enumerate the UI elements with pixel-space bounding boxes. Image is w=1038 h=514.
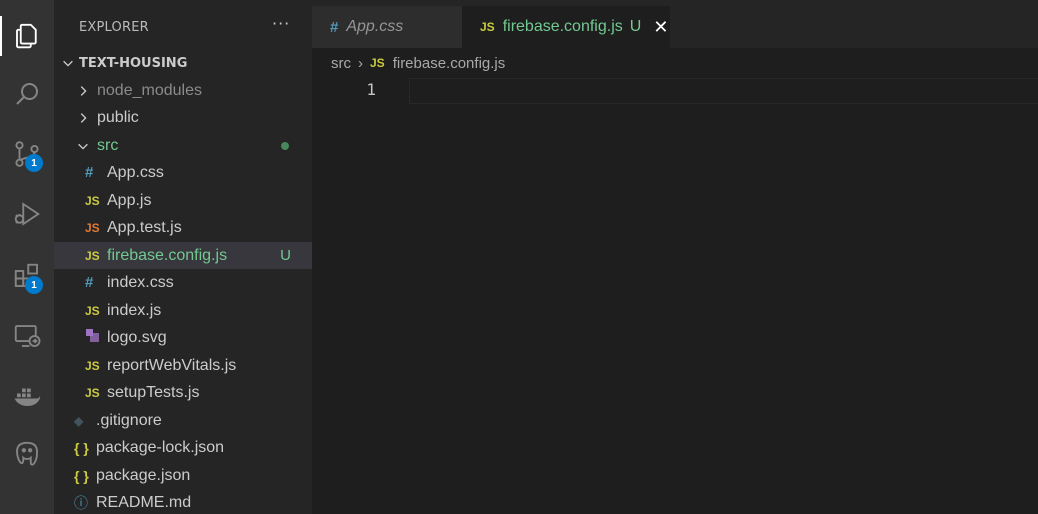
untracked-status-badge: U <box>280 247 291 264</box>
css-file-icon: # <box>85 164 94 181</box>
tree-file-app-css[interactable]: # App.css <box>54 159 312 186</box>
js-test-file-icon: JS <box>85 220 100 235</box>
tree-file-logo-svg[interactable]: logo.svg <box>54 324 312 351</box>
tree-file-package-json[interactable]: { } package.json <box>54 462 312 489</box>
activity-bar: 1 1 <box>0 0 54 514</box>
explorer-button[interactable] <box>0 12 54 60</box>
chevron-down-icon <box>78 143 88 150</box>
run-debug-icon <box>14 202 40 226</box>
chevron-right-icon <box>80 112 87 123</box>
tab-status-badge: U <box>629 18 642 35</box>
js-file-icon: JS <box>85 193 100 208</box>
tree-item-label: README.md <box>96 493 192 511</box>
svg-file-icon <box>85 328 107 347</box>
tree-file-index-css[interactable]: # index.css <box>54 269 312 296</box>
search-icon <box>16 83 38 105</box>
remote-explorer-button[interactable] <box>0 312 54 360</box>
postgres-button[interactable] <box>0 430 54 478</box>
tree-file-index-js[interactable]: JS index.js <box>54 297 312 324</box>
tree-item-label: reportWebVitals.js <box>107 356 237 374</box>
chevron-right-icon: › <box>358 54 363 72</box>
tree-item-label: .gitignore <box>96 411 162 429</box>
current-line-highlight <box>409 78 1038 104</box>
code-editor[interactable]: 1 <box>312 78 1038 514</box>
tree-item-label: index.js <box>107 301 162 319</box>
tree-item-label: firebase.config.js <box>107 246 228 264</box>
js-file-icon: JS <box>85 248 100 263</box>
js-file-icon: JS <box>480 20 495 34</box>
project-section-header[interactable]: TEXT-HOUSING <box>54 50 312 76</box>
docker-icon <box>14 388 41 406</box>
modified-dot-icon <box>281 141 289 150</box>
tree-item-label: package-lock.json <box>96 438 225 456</box>
tree-file-readme-md[interactable]: ⓘ README.md <box>54 489 312 514</box>
project-name: TEXT-HOUSING <box>79 55 188 71</box>
run-debug-button[interactable] <box>0 190 54 238</box>
git-file-icon: ◆ <box>74 413 84 428</box>
breadcrumb-folder[interactable]: src <box>331 55 351 72</box>
tree-file-package-lock-json[interactable]: { } package-lock.json <box>54 434 312 461</box>
js-file-icon: JS <box>370 56 385 70</box>
tree-folder-src[interactable]: src <box>54 132 312 159</box>
tree-file-report-web-vitals-js[interactable]: JS reportWebVitals.js <box>54 352 312 379</box>
tree-item-label: setupTests.js <box>107 383 200 401</box>
postgres-icon <box>16 441 38 466</box>
source-control-badge: 1 <box>25 154 43 172</box>
tree-folder-node-modules[interactable]: node_modules <box>54 77 312 104</box>
extensions-button[interactable]: 1 <box>0 252 54 300</box>
breadcrumb: src › JS firebase.config.js <box>312 48 1038 78</box>
remote-explorer-icon <box>14 325 41 347</box>
explorer-sidebar: EXPLORER ··· TEXT-HOUSING node_modules p… <box>54 0 312 514</box>
css-file-icon: # <box>330 18 339 36</box>
css-file-icon: # <box>85 274 94 291</box>
tab-firebase-config-js[interactable]: JS firebase.config.js U ✕ <box>462 6 670 48</box>
breadcrumb-file[interactable]: firebase.config.js <box>393 55 506 72</box>
json-file-icon: { } <box>74 439 89 456</box>
tree-folder-public[interactable]: public <box>54 104 312 131</box>
tab-app-css[interactable]: # App.css <box>312 6 462 48</box>
json-file-icon: { } <box>74 467 89 484</box>
tree-file-setup-tests-js[interactable]: JS setupTests.js <box>54 379 312 406</box>
tree-file-app-js[interactable]: JS App.js <box>54 187 312 214</box>
tree-file-gitignore[interactable]: ◆ .gitignore <box>54 407 312 434</box>
tree-file-firebase-config-js[interactable]: JS firebase.config.js U <box>54 242 312 269</box>
tree-item-label: package.json <box>96 466 191 484</box>
tree-item-label: src <box>97 136 119 154</box>
js-file-icon: JS <box>85 303 100 318</box>
tree-item-label: App.css <box>107 163 164 181</box>
line-number: 1 <box>366 80 376 99</box>
editor-tab-bar: # App.css JS firebase.config.js U ✕ <box>312 0 1038 48</box>
chevron-down-icon <box>63 60 73 67</box>
tree-file-app-test-js[interactable]: JS App.test.js <box>54 214 312 241</box>
tree-item-label: public <box>97 108 139 126</box>
more-actions-icon[interactable]: ··· <box>272 14 290 33</box>
close-icon[interactable]: ✕ <box>653 17 668 38</box>
search-button[interactable] <box>0 70 54 118</box>
js-file-icon: JS <box>85 358 100 373</box>
tree-item-label: index.css <box>107 273 174 291</box>
extensions-badge: 1 <box>25 276 43 294</box>
docker-button[interactable] <box>0 372 54 420</box>
tab-label: App.css <box>346 18 404 35</box>
tree-item-label: App.test.js <box>107 218 182 236</box>
source-control-button[interactable]: 1 <box>0 130 54 178</box>
tree-item-label: logo.svg <box>107 328 167 346</box>
info-file-icon: ⓘ <box>74 494 88 511</box>
tree-item-label: App.js <box>107 191 152 209</box>
files-icon <box>16 23 37 49</box>
js-file-icon: JS <box>85 385 100 400</box>
chevron-right-icon <box>80 85 87 96</box>
tree-item-label: node_modules <box>97 81 202 99</box>
tab-label: firebase.config.js <box>502 18 623 35</box>
